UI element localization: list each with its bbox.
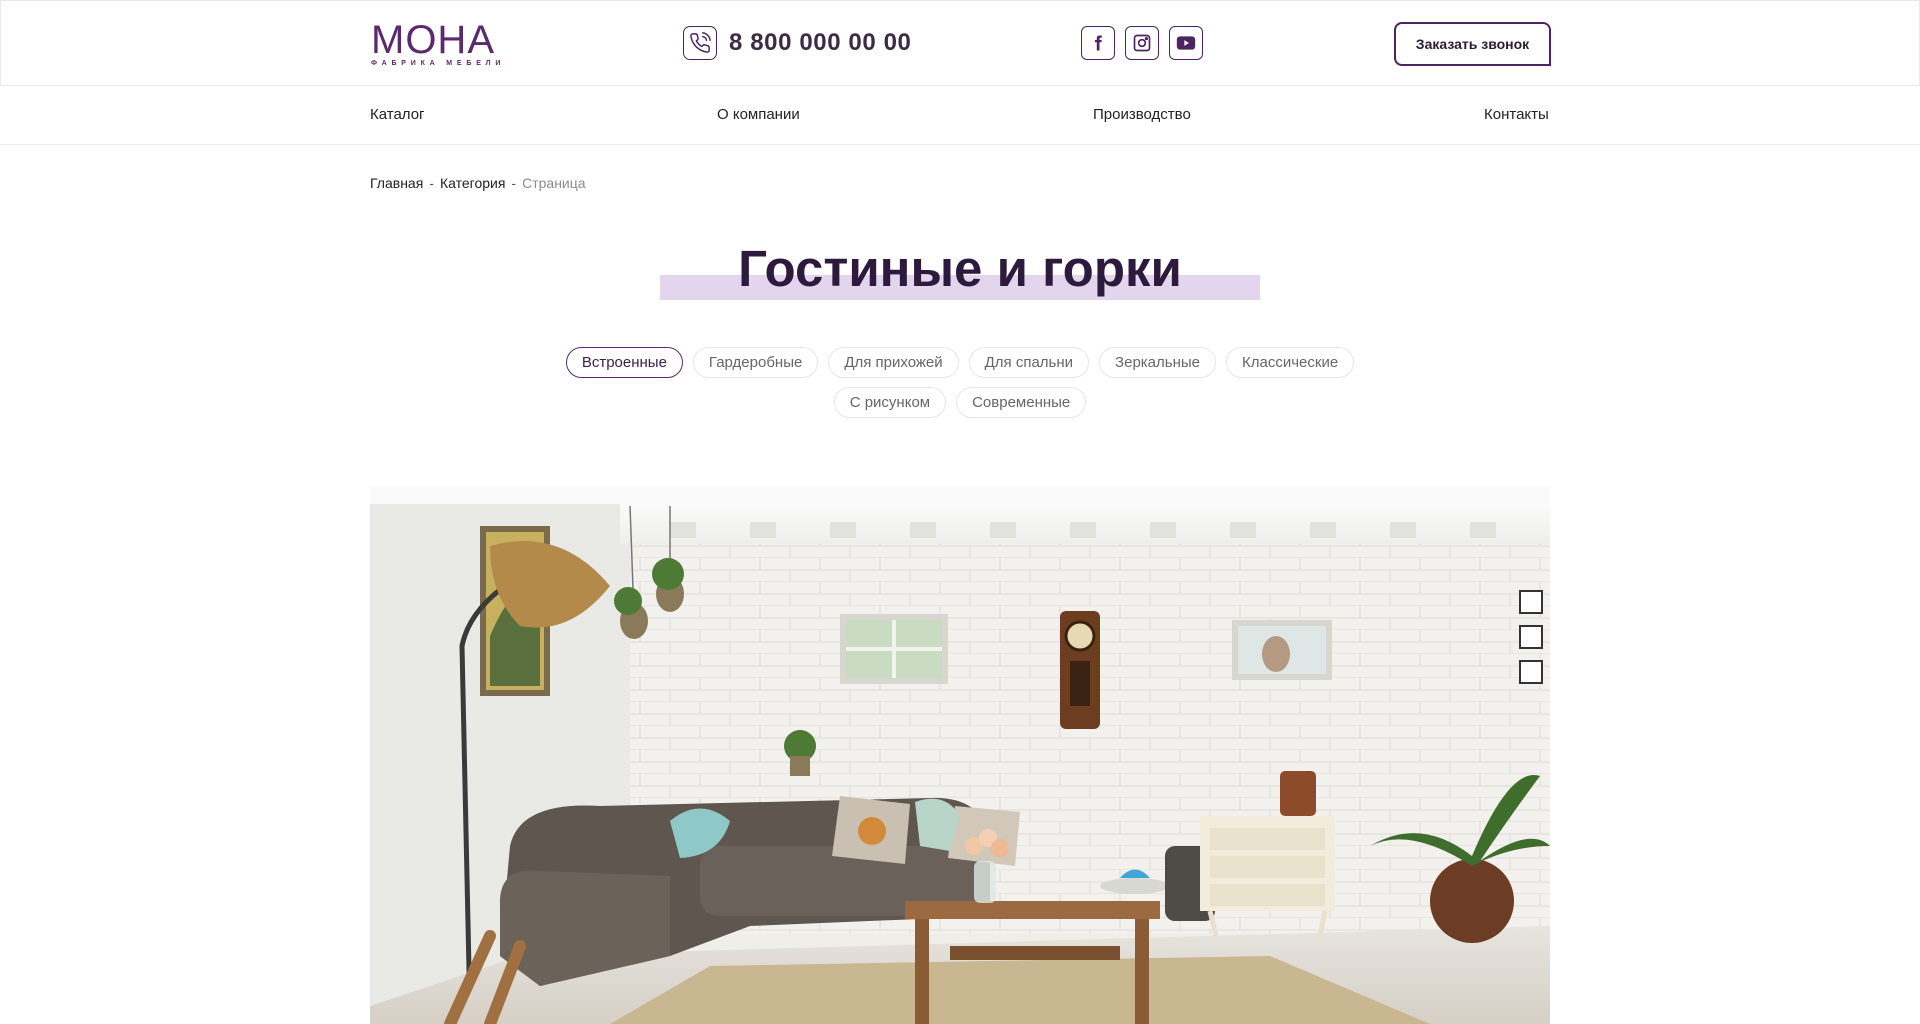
phone-number[interactable]: 8 800 000 00 00 — [729, 29, 912, 57]
nav-item-about[interactable]: О компании — [717, 106, 800, 123]
logo[interactable]: МОНА ФАБРИКА МЕБЕЛИ — [371, 18, 506, 67]
social-links — [1081, 26, 1203, 60]
nav-item-contacts[interactable]: Контакты — [1484, 106, 1549, 123]
breadcrumb-home[interactable]: Главная — [370, 175, 423, 191]
filter-chip-wardrobe[interactable]: Гардеробные — [692, 347, 819, 378]
hero-image — [370, 486, 1550, 1024]
breadcrumb-separator: - — [511, 175, 517, 191]
instagram-icon[interactable] — [1125, 26, 1159, 60]
breadcrumb: Главная - Категория - Страница — [370, 175, 586, 191]
breadcrumb-current: Страница — [522, 175, 586, 191]
filter-chip-modern[interactable]: Современные — [956, 387, 1087, 418]
facebook-icon[interactable] — [1081, 26, 1115, 60]
logo-main: МОНА — [371, 18, 495, 62]
filter-chip-bedroom[interactable]: Для спальни — [968, 347, 1090, 378]
logo-sub: ФАБРИКА МЕБЕЛИ — [371, 60, 506, 67]
filter-chip-built-in[interactable]: Встроенные — [565, 347, 683, 378]
callback-button[interactable]: Заказать звонок — [1394, 22, 1551, 66]
category-filters: Встроенные Гардеробные Для прихожей Для … — [560, 347, 1360, 418]
filter-chip-mirrored[interactable]: Зеркальные — [1099, 347, 1217, 378]
youtube-icon[interactable] — [1169, 26, 1203, 60]
nav-item-catalog[interactable]: Каталог — [370, 106, 425, 123]
phone-block[interactable]: 8 800 000 00 00 — [683, 26, 912, 60]
filter-chip-pattern[interactable]: С рисунком — [833, 387, 947, 418]
main-nav: Каталог О компании Производство Контакты — [0, 86, 1920, 145]
breadcrumb-category[interactable]: Категория — [440, 175, 505, 191]
filter-chip-hallway[interactable]: Для прихожей — [828, 347, 959, 378]
page-title: Гостиные и горки — [738, 240, 1182, 297]
page-title-block: Гостиные и горки — [660, 238, 1260, 300]
filter-chip-classic[interactable]: Классические — [1226, 347, 1355, 378]
phone-icon — [683, 26, 717, 60]
site-header: МОНА ФАБРИКА МЕБЕЛИ 8 800 000 00 00 Зака… — [0, 0, 1920, 86]
nav-item-production[interactable]: Производство — [1093, 106, 1191, 123]
breadcrumb-separator: - — [429, 175, 434, 191]
